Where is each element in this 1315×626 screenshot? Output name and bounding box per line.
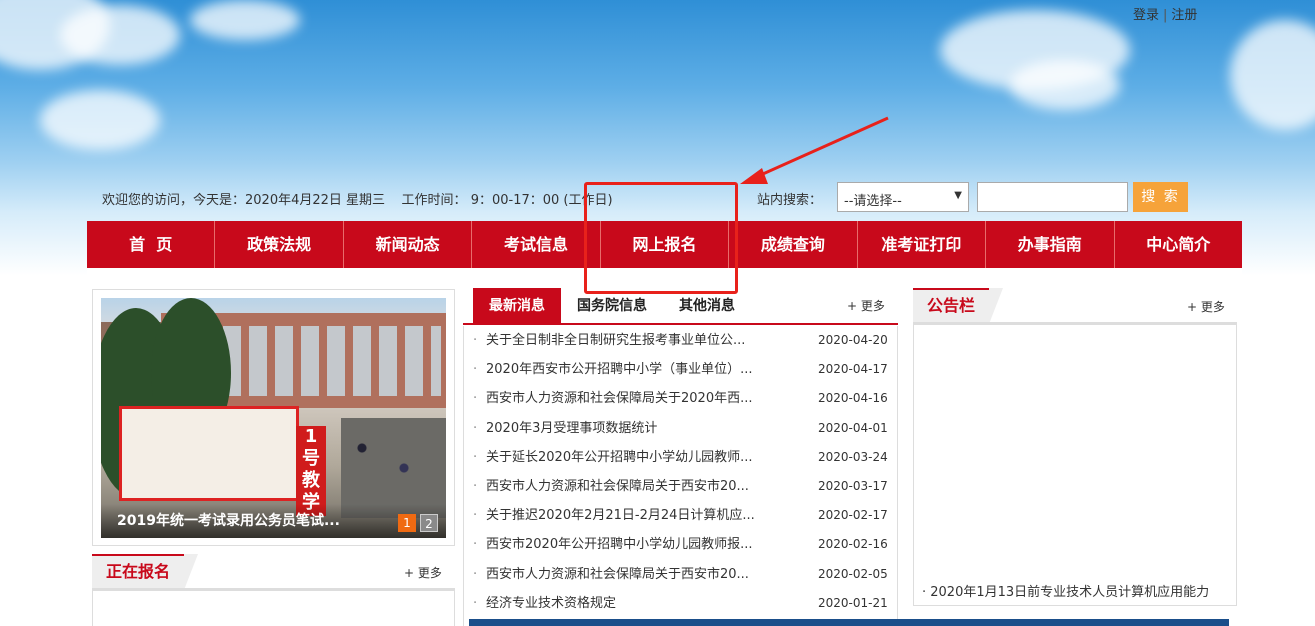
- notice-box: · 2020年1月13日前专业技术人员计算机应用能力: [913, 324, 1237, 606]
- news-date: 2020-02-16: [818, 537, 888, 552]
- news-title-link[interactable]: 关于全日制非全日制研究生报考事业单位公...: [486, 326, 786, 355]
- tab-latest-news[interactable]: 最新消息: [473, 288, 561, 324]
- tab-other-news[interactable]: 其他消息: [663, 288, 751, 324]
- news-row[interactable]: · 西安市2020年公开招聘中小学幼儿园教师报... 2020-02-16: [464, 530, 897, 559]
- bottom-banner-strip: [469, 619, 1229, 626]
- registration-header: 正在报名 + 更多: [92, 554, 455, 590]
- notice-panel: 公告栏 + 更多 · 2020年1月13日前专业技术人员计算机应用能力: [913, 288, 1237, 606]
- news-date: 2020-02-05: [818, 566, 888, 581]
- cloud-decoration: [40, 90, 160, 150]
- news-date: 2020-02-17: [818, 508, 888, 523]
- news-row[interactable]: · 西安市人力资源和社会保障局关于2020年西... 2020-04-16: [464, 384, 897, 413]
- cloud-decoration: [1010, 60, 1120, 110]
- news-panel: 最新消息 国务院信息 其他消息 + 更多 · 关于全日制非全日制研究生报考事业单位…: [463, 288, 898, 626]
- news-tab-underline: [463, 323, 898, 325]
- slider-caption-overlay: 2019年统一考试录用公务员笔试...: [101, 504, 446, 538]
- news-date: 2020-04-16: [818, 391, 888, 406]
- slider-photo[interactable]: 1号教学 2019年统一考试录用公务员笔试... 1 2: [101, 298, 446, 538]
- bullet-icon: ·: [473, 391, 478, 407]
- bullet-icon: ·: [473, 333, 478, 348]
- nav-guide[interactable]: 办事指南: [986, 221, 1115, 268]
- nav-online-registration[interactable]: 网上报名: [601, 221, 730, 268]
- nav-exam-info[interactable]: 考试信息: [472, 221, 601, 268]
- news-row[interactable]: · 西安市人力资源和社会保障局关于西安市20... 2020-03-17: [464, 472, 897, 501]
- nav-news[interactable]: 新闻动态: [344, 221, 473, 268]
- search-input[interactable]: [977, 182, 1128, 212]
- nav-score-query[interactable]: 成绩查询: [729, 221, 858, 268]
- news-title-link[interactable]: 西安市人力资源和社会保障局关于西安市20...: [486, 560, 786, 589]
- slider-pagination: 1 2: [398, 514, 438, 532]
- cloud-decoration: [60, 5, 180, 65]
- news-row[interactable]: · 关于全日制非全日制研究生报考事业单位公... 2020-04-20: [464, 326, 897, 355]
- nav-home[interactable]: 首 页: [87, 221, 216, 268]
- auth-separator: |: [1163, 8, 1168, 23]
- welcome-text: 欢迎您的访问，今天是：2020年4月22日 星期三 工作时间： 9：00-17：…: [102, 193, 613, 208]
- news-date: 2020-04-20: [818, 333, 888, 347]
- cloud-decoration: [1230, 20, 1315, 130]
- bullet-icon: ·: [473, 362, 478, 378]
- news-title-link[interactable]: 西安市人力资源和社会保障局关于2020年西...: [486, 384, 786, 413]
- bullet-icon: ·: [473, 537, 478, 553]
- search-button[interactable]: 搜 索: [1133, 182, 1188, 212]
- notice-item[interactable]: · 2020年1月13日前专业技术人员计算机应用能力: [922, 581, 1209, 600]
- news-date: 2020-01-21: [818, 595, 888, 610]
- select-value: --请选择--: [844, 194, 902, 209]
- info-bar: 欢迎您的访问，今天是：2020年4月22日 星期三 工作时间： 9：00-17：…: [102, 182, 1202, 212]
- news-title-link[interactable]: 西安市人力资源和社会保障局关于西安市20...: [486, 472, 786, 501]
- news-title-link[interactable]: 关于推迟2020年2月21日-2月24日计算机应...: [486, 501, 786, 530]
- registration-box: [92, 590, 455, 626]
- slider-page-2[interactable]: 2: [420, 514, 438, 532]
- registration-panel: 正在报名 + 更多: [92, 554, 455, 626]
- bullet-icon: ·: [473, 449, 478, 465]
- nav-admit-card-print[interactable]: 准考证打印: [858, 221, 987, 268]
- slider-page-1[interactable]: 1: [398, 514, 416, 532]
- news-row[interactable]: · 西安市人力资源和社会保障局关于西安市20... 2020-02-05: [464, 560, 897, 589]
- news-row[interactable]: · 关于推迟2020年2月21日-2月24日计算机应... 2020-02-17: [464, 501, 897, 530]
- search-label: 站内搜索：: [757, 193, 823, 208]
- news-title-link[interactable]: 经济专业技术资格规定: [486, 589, 786, 618]
- classroom-sign: 1号教学: [296, 426, 326, 516]
- top-auth-links: 登录 | 注册: [1133, 4, 1197, 23]
- news-title-link[interactable]: 2020年3月受理事项数据统计: [486, 414, 786, 443]
- registration-more-link[interactable]: + 更多: [404, 564, 442, 581]
- main-nav: 首 页 政策法规 新闻动态 考试信息 网上报名 成绩查询 准考证打印 办事指南 …: [87, 221, 1242, 268]
- news-date: 2020-03-17: [818, 478, 888, 493]
- notice-more-link[interactable]: + 更多: [1187, 298, 1225, 315]
- tab-state-council[interactable]: 国务院信息: [561, 288, 663, 324]
- slider-caption[interactable]: 2019年统一考试录用公务员笔试...: [117, 510, 340, 530]
- news-row[interactable]: · 经济专业技术资格规定 2020-01-21: [464, 589, 897, 618]
- news-row[interactable]: · 关于延长2020年公开招聘中小学幼儿园教师... 2020-03-24: [464, 443, 897, 472]
- cloud-decoration: [190, 0, 300, 40]
- bullet-icon: ·: [473, 595, 478, 611]
- search-category-select[interactable]: --请选择-- ▼: [837, 182, 969, 212]
- image-slider: 1号教学 2019年统一考试录用公务员笔试... 1 2: [92, 289, 455, 546]
- exam-banner-graphic: [119, 406, 299, 501]
- registration-title: 正在报名: [92, 554, 199, 590]
- news-list: · 关于全日制非全日制研究生报考事业单位公... 2020-04-20 · 2020年西…: [463, 326, 898, 626]
- bullet-icon: ·: [473, 420, 478, 436]
- nav-about[interactable]: 中心简介: [1115, 221, 1242, 268]
- register-link[interactable]: 注册: [1171, 8, 1197, 23]
- news-date: 2020-04-01: [818, 420, 888, 435]
- news-row[interactable]: · 2020年西安市公开招聘中小学（事业单位）... 2020-04-17: [464, 355, 897, 384]
- bullet-icon: ·: [473, 478, 478, 494]
- notice-header: 公告栏 + 更多: [913, 288, 1237, 324]
- main-content: 1号教学 2019年统一考试录用公务员笔试... 1 2 最新消息 国务院信息 …: [87, 268, 1242, 626]
- bullet-icon: ·: [473, 508, 478, 524]
- news-more-link[interactable]: + 更多: [847, 297, 885, 314]
- notice-title: 公告栏: [913, 288, 1004, 324]
- news-title-link[interactable]: 关于延长2020年公开招聘中小学幼儿园教师...: [486, 443, 786, 472]
- news-date: 2020-04-17: [818, 362, 888, 377]
- caret-down-icon: ▼: [954, 190, 962, 201]
- login-link[interactable]: 登录: [1133, 8, 1159, 23]
- news-date: 2020-03-24: [818, 449, 888, 464]
- nav-policy[interactable]: 政策法规: [215, 221, 344, 268]
- news-title-link[interactable]: 2020年西安市公开招聘中小学（事业单位）...: [486, 355, 786, 384]
- crowd-graphic: [341, 418, 446, 518]
- bullet-icon: ·: [473, 566, 478, 582]
- news-tabs: 最新消息 国务院信息 其他消息: [473, 288, 751, 324]
- news-row[interactable]: · 2020年3月受理事项数据统计 2020-04-01: [464, 414, 897, 443]
- news-title-link[interactable]: 西安市2020年公开招聘中小学幼儿园教师报...: [486, 530, 786, 559]
